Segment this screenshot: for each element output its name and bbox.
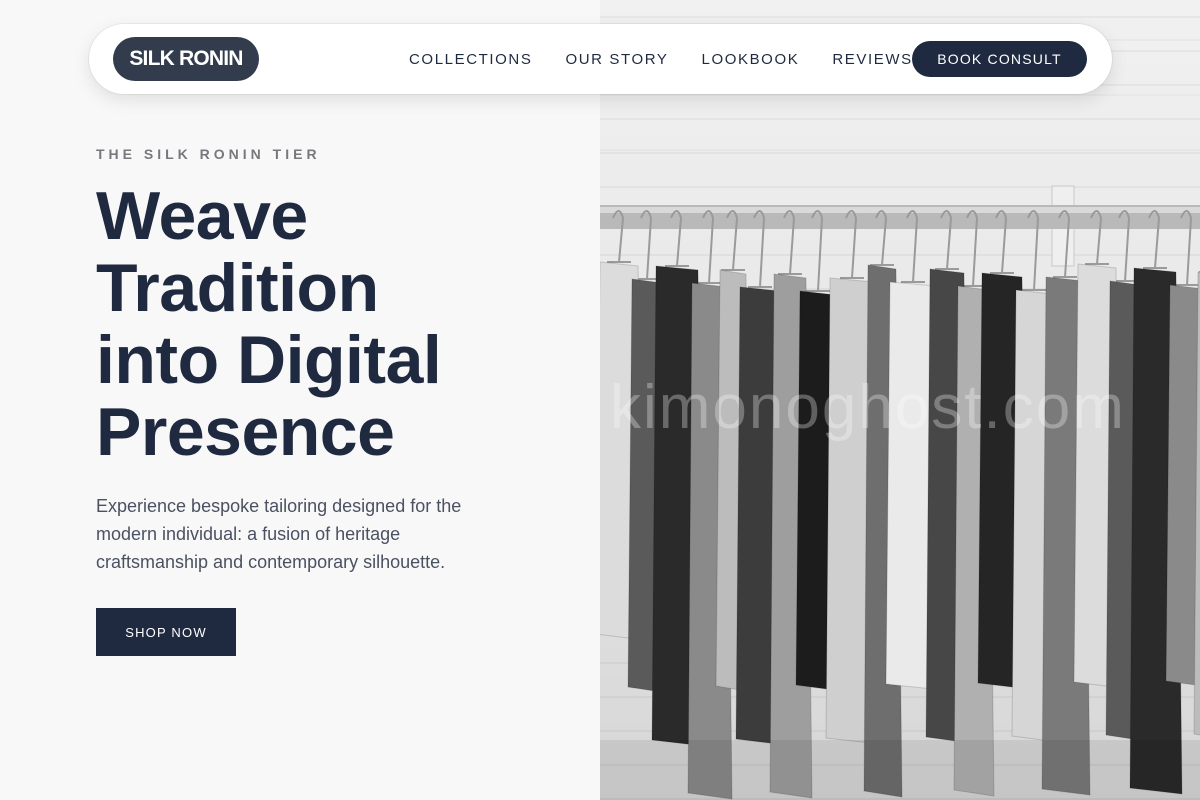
- headline-line: Weave: [96, 178, 308, 254]
- hero-description: Experience bespoke tailoring designed fo…: [96, 496, 462, 572]
- headline-line: Tradition: [96, 250, 379, 326]
- book-consult-button[interactable]: BOOK CONSULT: [912, 41, 1087, 77]
- nav-link-lookbook[interactable]: LOOKBOOK: [702, 51, 800, 68]
- headline-line: into Digital: [96, 322, 442, 398]
- nav-link-reviews[interactable]: REVIEWS: [832, 51, 912, 68]
- nav-links: COLLECTIONS OUR STORY LOOKBOOK REVIEWS: [409, 24, 913, 94]
- hero-left-panel: THE SILK RONIN TIER Weave Tradition into…: [0, 0, 600, 800]
- nav-link-our-story[interactable]: OUR STORY: [565, 51, 668, 68]
- hero-image: kimonoghost.com: [600, 0, 1200, 800]
- brand-logo[interactable]: SILK RONIN: [113, 37, 259, 81]
- shop-now-button[interactable]: SHOP NOW: [96, 608, 236, 656]
- top-navigation: SILK RONIN COLLECTIONS OUR STORY LOOKBOO…: [89, 24, 1112, 94]
- hero-headline: Weave Tradition into Digital Presence: [96, 180, 576, 468]
- image-watermark: kimonoghost.com: [610, 373, 1126, 442]
- nav-link-collections[interactable]: COLLECTIONS: [409, 51, 532, 68]
- hero-eyebrow: THE SILK RONIN TIER: [96, 146, 321, 162]
- headline-line: Presence: [96, 394, 395, 470]
